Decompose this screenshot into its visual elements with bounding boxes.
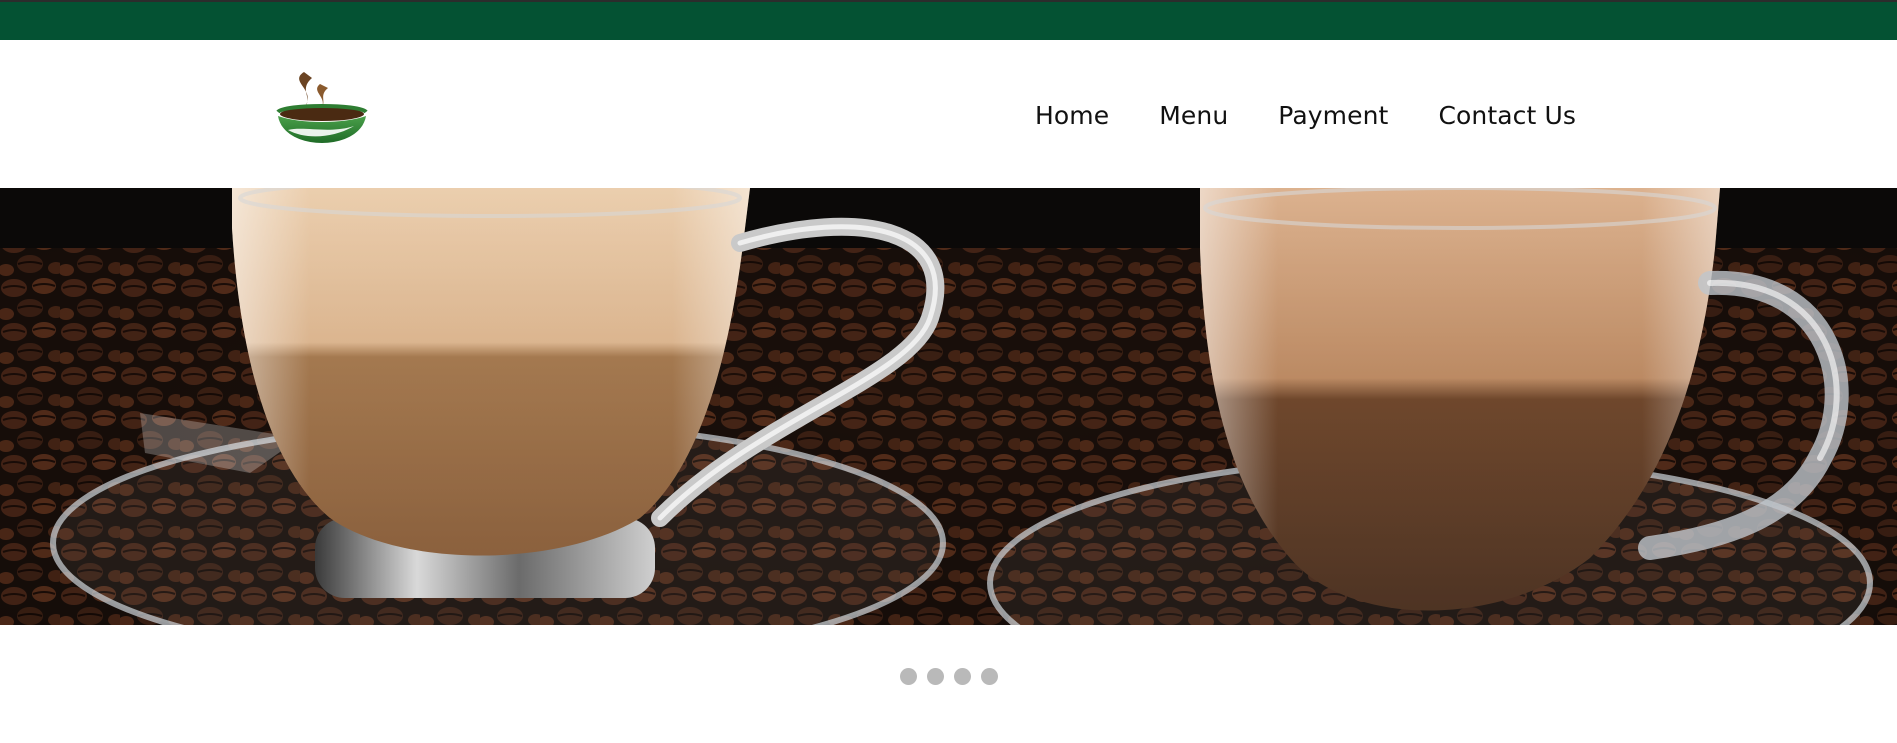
site-header: Home Menu Payment Contact Us — [0, 40, 1897, 188]
top-bar — [0, 0, 1897, 40]
carousel-dot-3[interactable] — [954, 668, 971, 685]
carousel-indicators — [900, 668, 998, 685]
main-nav: Home Menu Payment Contact Us — [1035, 98, 1576, 132]
nav-link-home[interactable]: Home — [1035, 101, 1109, 130]
nav-link-menu[interactable]: Menu — [1159, 101, 1228, 130]
carousel-dot-2[interactable] — [927, 668, 944, 685]
hero-slider-image — [0, 188, 1897, 625]
carousel-dot-4[interactable] — [981, 668, 998, 685]
coffee-cup-logo-icon[interactable] — [274, 68, 370, 160]
nav-link-contact-us[interactable]: Contact Us — [1438, 101, 1576, 130]
carousel-dot-1[interactable] — [900, 668, 917, 685]
nav-link-payment[interactable]: Payment — [1278, 101, 1388, 130]
